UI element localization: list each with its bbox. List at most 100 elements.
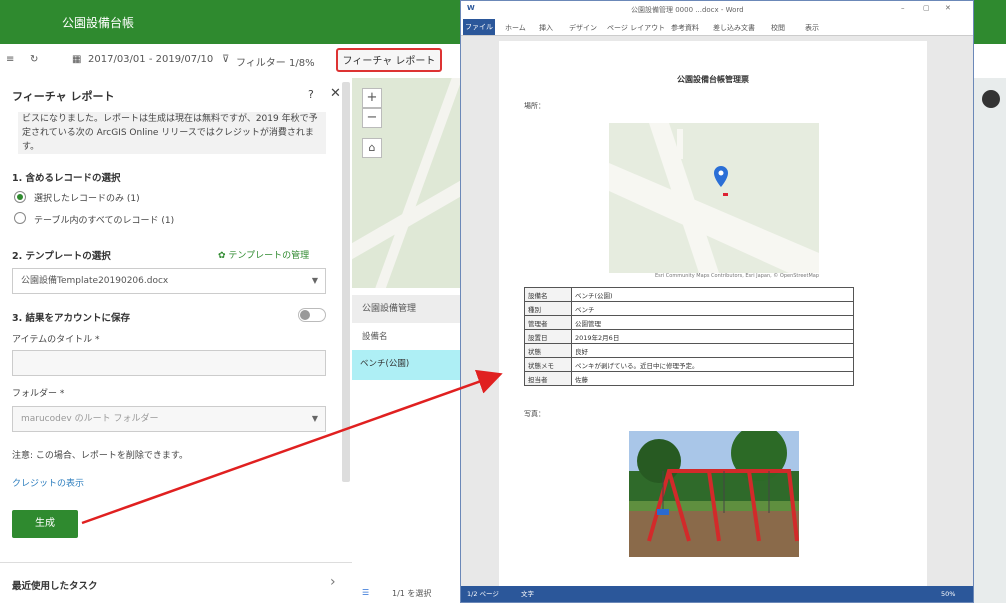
maximize-icon[interactable]: ▢ xyxy=(923,4,930,12)
map-attribution: Esri Community Maps Contributors, Esri J… xyxy=(654,273,819,279)
playground-photo xyxy=(629,431,799,557)
divider xyxy=(0,562,352,563)
table-value: ベンチ(公園) xyxy=(571,287,854,302)
credit-link[interactable]: クレジットの表示 xyxy=(12,476,84,489)
table-key: 管理者 xyxy=(524,315,572,330)
folder-select[interactable]: marucodev のルート フォルダー ▼ xyxy=(12,406,326,432)
item-title-label: アイテムのタイトル * xyxy=(12,335,100,345)
table-row: 状態 良好 xyxy=(524,343,854,358)
word-title: 公園設備管理 0000 ...docx - Word xyxy=(631,6,744,14)
ribbon-tabs: ホーム 挿入 デザイン ページ レイアウト 参考資料 差し込み文書 校閲 表示 xyxy=(461,19,973,36)
calendar-icon: ▦ xyxy=(72,54,82,65)
table-value: ベンチ xyxy=(571,301,854,316)
location-label: 場所： xyxy=(524,102,545,110)
radio-all-records[interactable] xyxy=(14,212,26,224)
word-titlebar: W 公園設備管理 0000 ...docx - Word – ▢ ✕ xyxy=(461,1,973,19)
refresh-icon[interactable]: ↻ xyxy=(30,54,38,65)
section-save-title: 3. 結果をアカウントに保存 xyxy=(12,313,131,324)
minimize-icon[interactable]: – xyxy=(901,4,905,12)
right-map-edge xyxy=(974,78,1006,603)
zoom-in-button[interactable]: + xyxy=(362,88,382,108)
word-statusbar: 1/2 ページ 文字 50% xyxy=(461,586,973,602)
filter-icon: ⊽ xyxy=(222,54,230,65)
radio-all-label: テーブル内のすべてのレコード (1) xyxy=(34,216,175,226)
table-key: 種別 xyxy=(524,301,572,316)
doc-map-graphic xyxy=(609,123,819,273)
tab-design[interactable]: デザイン xyxy=(569,23,597,33)
word-window: W 公園設備管理 0000 ...docx - Word – ▢ ✕ ホーム 挿… xyxy=(460,0,974,603)
table-key: 設置日 xyxy=(524,329,572,344)
template-manage-label: テンプレートの管理 xyxy=(228,251,310,261)
recent-tasks-link[interactable]: 最近使用したタスク xyxy=(12,578,98,592)
chevron-right-icon: › xyxy=(330,574,336,590)
table-row: 設備名 ベンチ(公園) xyxy=(524,287,854,302)
notice-text: ビスになりました。レポートは生成は現在は無料ですが、2019 年秋で予定されてい… xyxy=(18,112,326,154)
map-road xyxy=(371,78,462,288)
table-row: 担当者 佐藤 xyxy=(524,371,854,386)
user-icon[interactable] xyxy=(982,90,1000,108)
save-toggle[interactable] xyxy=(298,308,326,322)
template-value: 公園設備Template20190206.docx xyxy=(21,276,169,286)
close-icon[interactable]: ✕ xyxy=(330,86,341,101)
app-title: 公園設備台帳 xyxy=(62,16,135,30)
table-key: 状態 xyxy=(524,343,572,358)
filter-button[interactable]: フィルター 1/8% xyxy=(236,54,315,69)
table-row[interactable]: ベンチ(公園) xyxy=(352,350,462,380)
word-icon: W xyxy=(467,4,475,12)
map-view[interactable]: + − ⌂ xyxy=(352,78,462,288)
status-page: 1/2 ページ xyxy=(467,590,499,598)
doc-map-image xyxy=(609,123,819,273)
table-key: 担当者 xyxy=(524,371,572,386)
tab-home[interactable]: ホーム xyxy=(505,23,526,33)
chevron-down-icon: ▼ xyxy=(311,276,318,285)
page-info: 1/1 を選択 xyxy=(392,589,432,598)
status-words: 文字 xyxy=(521,590,534,598)
list-icon[interactable]: ☰ xyxy=(362,588,369,597)
section-template-title: 2. テンプレートの選択 xyxy=(12,251,111,262)
date-range[interactable]: 2017/03/01 - 2019/07/10 xyxy=(88,54,213,65)
tab-references[interactable]: 参考資料 xyxy=(671,23,699,33)
help-icon[interactable]: ? xyxy=(308,88,314,101)
feature-report-panel: フィーチャ レポート ? ✕ ビスになりました。レポートは生成は現在は無料ですが… xyxy=(0,78,353,603)
template-manage-link[interactable]: ✿ テンプレートの管理 xyxy=(218,248,309,261)
table-key: 設備名 xyxy=(524,287,572,302)
table-value: 公園管理 xyxy=(571,315,854,330)
radio-selected-records[interactable] xyxy=(14,191,26,203)
home-icon[interactable]: ⌂ xyxy=(362,138,382,158)
create-button[interactable]: 生成 xyxy=(12,510,78,538)
document-page: 公園設備台帳管理票 場所： Esri Community Maps Contri… xyxy=(499,41,927,586)
table-value: 2019年2月6日 xyxy=(571,329,854,344)
tab-file[interactable]: ファイル xyxy=(463,19,495,35)
tab-review[interactable]: 校閲 xyxy=(771,23,785,33)
item-title-input[interactable] xyxy=(12,350,326,376)
radio-selected-label: 選択したレコードのみ (1) xyxy=(34,194,140,204)
table-row: 設置日 2019年2月6日 xyxy=(524,329,854,344)
note-text: 注意: この場合、レポートを削除できます。 xyxy=(12,451,188,461)
tab-view[interactable]: 表示 xyxy=(805,23,819,33)
menu-icon[interactable]: ≡ xyxy=(6,54,14,65)
feature-report-button[interactable]: フィーチャ レポート xyxy=(336,48,442,72)
table-row: 状態メモ ペンキが剥げている。近日中に修理予定。 xyxy=(524,357,854,372)
tab-insert[interactable]: 挿入 xyxy=(539,23,553,33)
folder-label: フォルダー * xyxy=(12,389,65,399)
section-records-title: 1. 含めるレコードの選択 xyxy=(12,173,121,184)
attribute-table-header: 公園設備管理 xyxy=(352,295,462,323)
photo-label: 写真： xyxy=(524,410,545,418)
table-key: 状態メモ xyxy=(524,357,572,372)
table-row: 種別 ベンチ xyxy=(524,301,854,316)
panel-title: フィーチャ レポート xyxy=(12,90,115,103)
table-value: ペンキが剥げている。近日中に修理予定。 xyxy=(571,357,854,372)
attribute-column-header: 設備名 xyxy=(362,332,388,342)
tab-mailings[interactable]: 差し込み文書 xyxy=(713,23,755,33)
table-value: 佐藤 xyxy=(571,371,854,386)
status-zoom[interactable]: 50% xyxy=(941,586,955,602)
gear-icon: ✿ xyxy=(218,251,229,261)
tab-layout[interactable]: ページ レイアウト xyxy=(607,23,665,33)
table-value: 良好 xyxy=(571,343,854,358)
table-row: 管理者 公園管理 xyxy=(524,315,854,330)
panel-scrollbar[interactable] xyxy=(342,82,350,482)
close-icon[interactable]: ✕ xyxy=(945,4,951,12)
zoom-out-button[interactable]: − xyxy=(362,108,382,128)
template-select[interactable]: 公園設備Template20190206.docx ▼ xyxy=(12,268,326,294)
chevron-down-icon: ▼ xyxy=(311,414,318,423)
